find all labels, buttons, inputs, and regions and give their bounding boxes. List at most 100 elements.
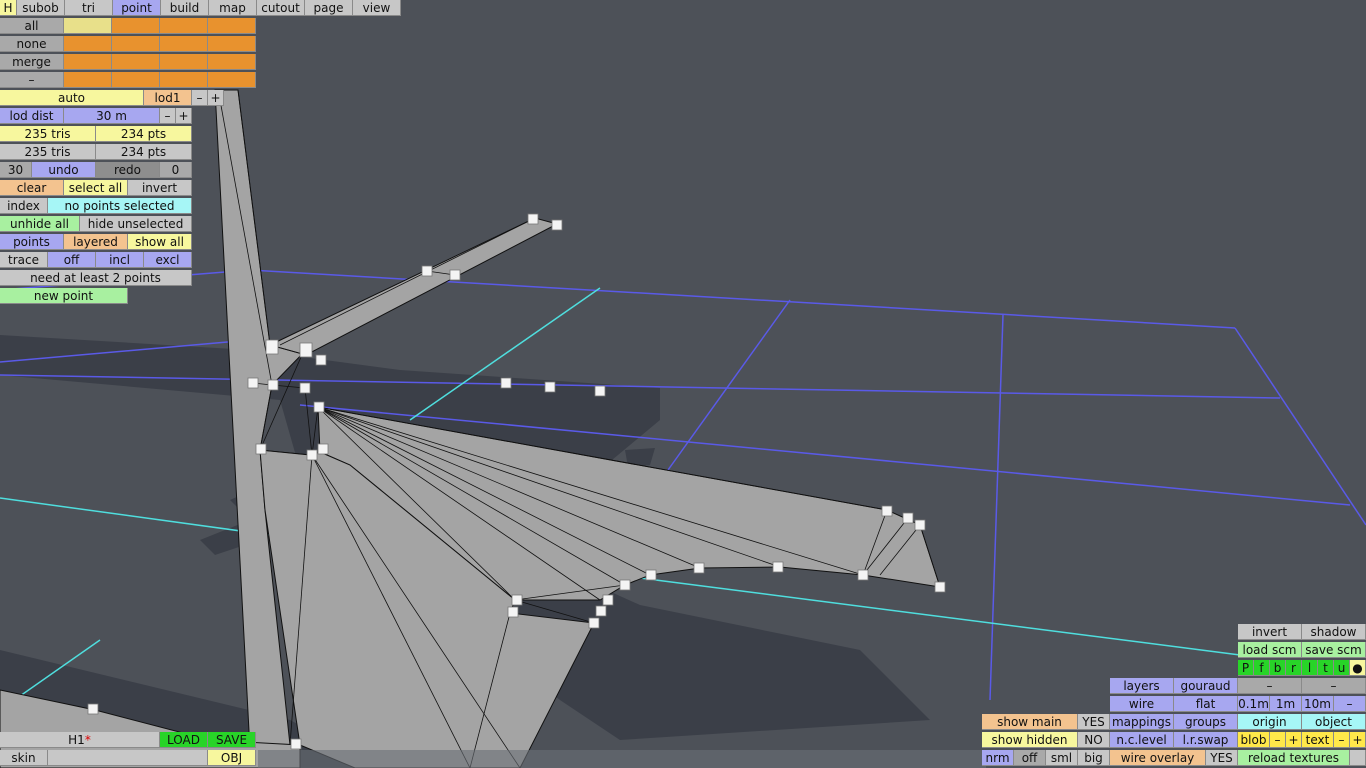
selection-slot[interactable] <box>208 18 256 34</box>
tab-build[interactable]: build <box>161 0 209 16</box>
show-hidden-toggle[interactable]: show hidden <box>982 732 1078 748</box>
view-b-button[interactable]: b <box>1270 660 1286 676</box>
3d-viewport[interactable] <box>0 0 1366 768</box>
hide-unselected-button[interactable]: hide unselected <box>80 216 192 232</box>
new-point-button[interactable]: new point <box>0 288 128 304</box>
undo-button[interactable]: undo <box>32 162 96 178</box>
selection-slot[interactable] <box>160 36 208 52</box>
scale-minus-b-button[interactable]: – <box>1302 678 1366 694</box>
tab-view[interactable]: view <box>353 0 401 16</box>
shadow-button[interactable]: shadow <box>1302 624 1366 640</box>
select-none-button[interactable]: none <box>0 36 64 52</box>
redo-button[interactable]: redo <box>96 162 160 178</box>
load-scm-button[interactable]: load scm <box>1238 642 1302 658</box>
layers-button[interactable]: layers <box>1110 678 1174 694</box>
selection-slot[interactable] <box>112 54 160 70</box>
show-all-button[interactable]: show all <box>128 234 192 250</box>
lod-dist-plus-button[interactable]: + <box>176 108 192 124</box>
view-t-button[interactable]: t <box>1318 660 1334 676</box>
unhide-all-button[interactable]: unhide all <box>0 216 80 232</box>
wire-button[interactable]: wire <box>1110 696 1174 712</box>
skin-button[interactable]: skin <box>0 750 48 766</box>
mappings-button[interactable]: mappings <box>1110 714 1174 730</box>
selection-slot[interactable] <box>64 36 112 52</box>
vertex-size-sml-button[interactable]: sml <box>1046 750 1078 766</box>
clear-button[interactable]: clear <box>0 180 64 196</box>
selection-slot[interactable] <box>64 18 112 34</box>
grid-1m-button[interactable]: 1m <box>1270 696 1302 712</box>
view-u-button[interactable]: u <box>1334 660 1350 676</box>
obj-button[interactable]: OBJ <box>208 750 256 766</box>
tab-map[interactable]: map <box>209 0 257 16</box>
wire-overlay-value[interactable]: YES <box>1206 750 1238 766</box>
select-all-sets-button[interactable]: all <box>0 18 64 34</box>
lod1-button[interactable]: lod1 <box>144 90 192 106</box>
file-name[interactable]: H1* <box>0 732 160 748</box>
selection-slot[interactable] <box>160 18 208 34</box>
selection-slot[interactable] <box>64 54 112 70</box>
lr-swap-button[interactable]: l.r.swap <box>1174 732 1238 748</box>
save-button[interactable]: SAVE <box>208 732 256 748</box>
groups-button[interactable]: groups <box>1174 714 1238 730</box>
selection-slot[interactable] <box>112 18 160 34</box>
reload-textures-extra[interactable] <box>1350 750 1366 766</box>
lod-minus-button[interactable]: – <box>192 90 208 106</box>
selection-slot[interactable] <box>160 72 208 88</box>
tab-cutout[interactable]: cutout <box>257 0 305 16</box>
lod-auto-button[interactable]: auto <box>0 90 144 106</box>
view-f-button[interactable]: f <box>1254 660 1270 676</box>
menu-h-button[interactable]: H <box>0 0 17 16</box>
wire-overlay-toggle[interactable]: wire overlay <box>1110 750 1206 766</box>
skin-field[interactable] <box>48 750 208 766</box>
save-scm-button[interactable]: save scm <box>1302 642 1366 658</box>
tab-subob[interactable]: subob <box>17 0 65 16</box>
vertex-size-off-button[interactable]: off <box>1014 750 1046 766</box>
vertex-size-nrm-button[interactable]: nrm <box>982 750 1014 766</box>
show-main-value[interactable]: YES <box>1078 714 1110 730</box>
show-main-toggle[interactable]: show main <box>982 714 1078 730</box>
layered-button[interactable]: layered <box>64 234 128 250</box>
selection-slot[interactable] <box>208 36 256 52</box>
load-button[interactable]: LOAD <box>160 732 208 748</box>
dash-button[interactable]: – <box>0 72 64 88</box>
gouraud-button[interactable]: gouraud <box>1174 678 1238 694</box>
nc-level-button[interactable]: n.c.level <box>1110 732 1174 748</box>
vertex-size-big-button[interactable]: big <box>1078 750 1110 766</box>
selection-slot[interactable] <box>112 36 160 52</box>
blob-minus-button[interactable]: – <box>1270 732 1286 748</box>
view-l-button[interactable]: l <box>1302 660 1318 676</box>
tab-tri[interactable]: tri <box>65 0 113 16</box>
reload-textures-button[interactable]: reload textures <box>1238 750 1350 766</box>
selection-slot[interactable] <box>112 72 160 88</box>
text-button[interactable]: text <box>1302 732 1334 748</box>
invert-view-button[interactable]: invert <box>1238 624 1302 640</box>
selection-slot[interactable] <box>160 54 208 70</box>
view-r-button[interactable]: r <box>1286 660 1302 676</box>
trace-incl-button[interactable]: incl <box>96 252 144 268</box>
grid-10m-button[interactable]: 10m <box>1302 696 1334 712</box>
flat-button[interactable]: flat <box>1174 696 1238 712</box>
tab-point[interactable]: point <box>113 0 161 16</box>
text-minus-button[interactable]: – <box>1334 732 1350 748</box>
selection-slot[interactable] <box>208 54 256 70</box>
index-button[interactable]: index <box>0 198 48 214</box>
origin-button[interactable]: origin <box>1238 714 1302 730</box>
trace-off-button[interactable]: off <box>48 252 96 268</box>
show-hidden-value[interactable]: NO <box>1078 732 1110 748</box>
blob-plus-button[interactable]: + <box>1286 732 1302 748</box>
selection-slot[interactable] <box>208 72 256 88</box>
object-button[interactable]: object <box>1302 714 1366 730</box>
invert-selection-button[interactable]: invert <box>128 180 192 196</box>
blob-button[interactable]: blob <box>1238 732 1270 748</box>
trace-button[interactable]: trace <box>0 252 48 268</box>
grid-0-1m-button[interactable]: 0.1m <box>1238 696 1270 712</box>
tab-page[interactable]: page <box>305 0 353 16</box>
selection-slot[interactable] <box>64 72 112 88</box>
scale-minus-a-button[interactable]: – <box>1238 678 1302 694</box>
lod-plus-button[interactable]: + <box>208 90 224 106</box>
view-dot-button[interactable]: ● <box>1350 660 1366 676</box>
select-all-button[interactable]: select all <box>64 180 128 196</box>
text-plus-button[interactable]: + <box>1350 732 1366 748</box>
trace-excl-button[interactable]: excl <box>144 252 192 268</box>
view-p-button[interactable]: P <box>1238 660 1254 676</box>
